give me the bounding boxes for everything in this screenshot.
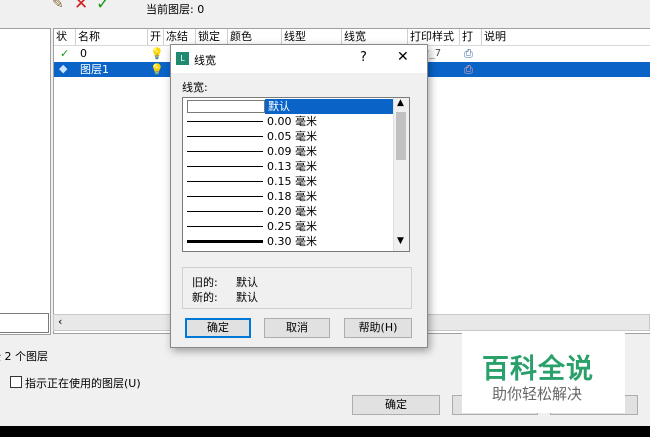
lineweight-sample-line <box>187 196 263 197</box>
old-label: 旧的: <box>192 276 218 289</box>
lineweight-sample-line <box>187 211 263 212</box>
lineweight-option[interactable]: 默认 <box>185 99 393 114</box>
scroll-left-icon[interactable]: ‹ <box>58 315 62 328</box>
current-layer-label: 当前图层: 0 <box>146 3 205 16</box>
dialog-cancel-button[interactable]: 取消 <box>264 318 330 338</box>
lineweight-sample-line <box>187 151 263 152</box>
new-value: 默认 <box>236 291 258 304</box>
current-check-icon: ✓ <box>60 47 70 60</box>
lineweight-sample-line <box>187 181 263 182</box>
layer-status-icon: ◆ <box>59 62 68 75</box>
help-icon[interactable]: ? <box>360 50 367 65</box>
column-name[interactable]: 名称 <box>76 29 148 45</box>
lineweight-option-label: 0.00 毫米 <box>267 115 317 128</box>
scroll-up-icon[interactable]: ▲ <box>397 98 404 108</box>
lineweight-dialog: L 线宽 ? ✕ 线宽: 0.30 毫米 0.25 毫米 0.20 毫米 0.18 毫… <box>170 44 428 348</box>
column-lock[interactable]: 锁定 <box>196 29 228 45</box>
listbox-vertical-scrollbar[interactable]: ▲ ▼ <box>393 98 409 251</box>
lineweight-sample-line <box>187 121 263 122</box>
old-value: 默认 <box>236 276 258 289</box>
printer-icon[interactable]: ⎙ <box>464 46 473 61</box>
lineweight-option[interactable]: 0.00 毫米 <box>185 114 392 129</box>
column-color[interactable]: 颜色 <box>228 29 282 45</box>
watermark-title: 百科全说 <box>482 354 594 385</box>
lineweight-option-label: 0.09 毫米 <box>267 145 317 158</box>
scroll-down-icon[interactable]: ▼ <box>397 236 404 246</box>
dialog-titlebar: L 线宽 ? ✕ <box>171 45 427 73</box>
column-plot[interactable]: 打 <box>460 29 482 45</box>
column-freeze[interactable]: 冻结 <box>164 29 196 45</box>
lineweight-option[interactable]: 0.20 毫米 <box>185 204 392 219</box>
dialog-ok-button[interactable]: 确定 <box>185 318 251 338</box>
app-icon: L <box>176 52 189 65</box>
taskbar-strip <box>0 426 650 437</box>
lineweight-option[interactable]: 0.30 毫米 <box>185 234 392 249</box>
lineweight-option-label: 0.05 毫米 <box>267 130 317 143</box>
column-on[interactable]: 开 <box>148 29 164 45</box>
scroll-thumb[interactable] <box>396 112 406 160</box>
watermark-subtitle: 助你轻松解决 <box>492 385 583 403</box>
set-current-icon[interactable]: ✓ <box>96 0 110 14</box>
lineweight-option-label: 默认 <box>265 99 393 114</box>
lineweight-option-label: 0.25 毫米 <box>267 220 317 233</box>
lineweight-option-label: 0.20 毫米 <box>267 205 317 218</box>
lineweight-option[interactable]: 0.15 毫米 <box>185 174 392 189</box>
close-icon[interactable]: ✕ <box>397 49 409 65</box>
lineweight-option[interactable]: 0.18 毫米 <box>185 189 392 204</box>
lineweight-sample-line <box>187 100 265 113</box>
lineweight-list-label: 线宽: <box>182 81 208 94</box>
lineweight-option-label: 0.30 毫米 <box>267 235 317 248</box>
column-lineweight[interactable]: 线宽 <box>342 29 408 45</box>
new-layer-icon[interactable]: ✎ <box>52 0 64 12</box>
lineweight-option[interactable]: 0.13 毫米 <box>185 159 392 174</box>
lineweight-listbox[interactable]: 0.30 毫米 0.25 毫米 0.20 毫米 0.18 毫米 0.15 毫米 0.13 … <box>182 97 410 252</box>
lineweight-option-label: 0.18 毫米 <box>267 190 317 203</box>
lineweight-sample-line <box>187 240 263 243</box>
bulb-on-icon[interactable]: 💡 <box>150 46 164 61</box>
dialog-help-button[interactable]: 帮助(H) <box>344 318 412 338</box>
column-linetype[interactable]: 线型 <box>282 29 342 45</box>
show-in-use-label[interactable]: 指示正在使用的图层(U) <box>25 375 141 391</box>
lineweight-sample-line <box>187 226 263 227</box>
no-plot-icon[interactable]: ⎙ <box>464 62 473 77</box>
new-label: 新的: <box>192 291 218 304</box>
filter-search-input[interactable] <box>0 313 49 333</box>
column-description[interactable]: 说明 <box>482 29 650 45</box>
layer-count-text: 全 2 个图层 <box>0 350 48 363</box>
column-plot-style[interactable]: 打印样式 <box>408 29 460 45</box>
lineweight-option[interactable]: 0.09 毫米 <box>185 144 392 159</box>
layer-toolbar: ✎ ✕ ✓ 当前图层: 0 <box>0 0 650 26</box>
dialog-title: 线宽 <box>194 54 216 67</box>
lineweight-option[interactable]: 0.25 毫米 <box>185 219 392 234</box>
show-in-use-checkbox[interactable] <box>10 376 22 388</box>
delete-layer-icon[interactable]: ✕ <box>74 0 88 14</box>
column-status[interactable]: 状 <box>54 29 76 45</box>
layer-ok-button[interactable]: 确定 <box>352 395 440 415</box>
lineweight-sample-line <box>187 136 263 137</box>
layer-filter-tree[interactable] <box>0 28 51 335</box>
lineweight-option-label: 0.13 毫米 <box>267 160 317 173</box>
bulb-on-icon[interactable]: 💡 <box>150 62 164 77</box>
lineweight-sample-line <box>187 166 263 167</box>
lineweight-option-label: 0.15 毫米 <box>267 175 317 188</box>
lineweight-info-box: 旧的: 默认 新的: 默认 <box>182 267 412 309</box>
layer-name[interactable]: 0 <box>80 46 87 61</box>
layer-name[interactable]: 图层1 <box>80 62 109 77</box>
lineweight-option[interactable]: 0.05 毫米 <box>185 129 392 144</box>
watermark: 百科全说 助你轻松解决 <box>462 333 625 413</box>
